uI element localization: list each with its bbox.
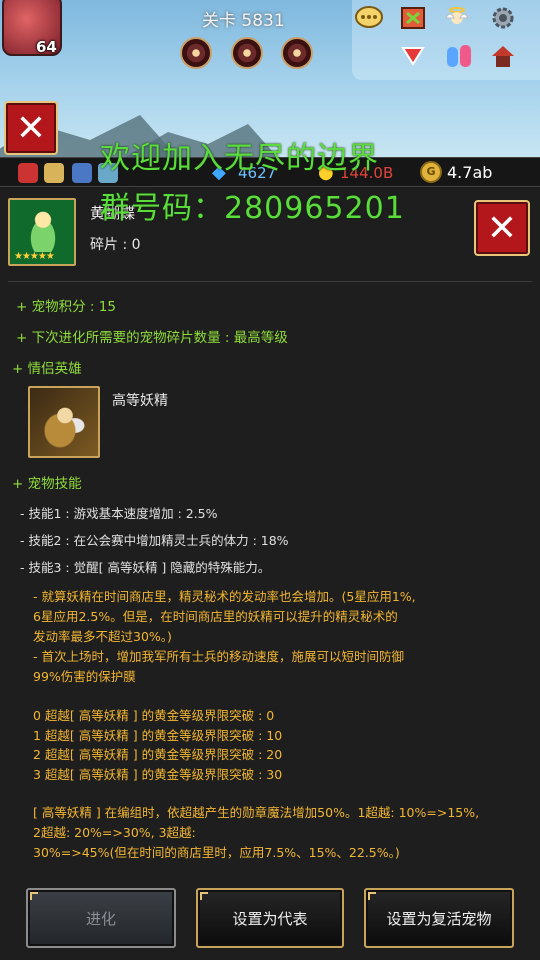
coin-icon: G (420, 161, 442, 183)
elf-icon (40, 398, 90, 448)
set-revive-pet-label: 设置为复活宠物 (386, 909, 492, 928)
close-icon[interactable]: ✕ (4, 101, 58, 155)
next-evolution-requirement: + 下次进化所需要的宠物碎片数量 : 最高等级 (16, 330, 288, 346)
chat-icon[interactable] (352, 2, 386, 34)
partner-hero-name: 高等妖精 (112, 393, 168, 409)
quest-icon[interactable] (396, 2, 430, 34)
corner-ornament (30, 892, 38, 900)
stage-orb-icon[interactable] (231, 37, 263, 69)
hero-mini-icon[interactable] (18, 163, 38, 183)
hero-mini-icon[interactable] (44, 163, 64, 183)
pet-detail-panel: ★★★★★ 黄蝴蝶 碎片 : 0 ✕ + 宠物积分 : 15 + 下次进化所需要… (0, 188, 540, 960)
close-icon[interactable]: ✕ (474, 200, 530, 256)
watermark-line-2: 群号码：280965201 (100, 191, 405, 226)
stage-orb-icon[interactable] (180, 37, 212, 69)
limit-break-line: 2 超越[ 高等妖精 ] 的黄金等级界限突破 : 20 (33, 747, 283, 762)
medal-text-line: 30%=>45%(但在时间的商店里时，应用7.5%、15%、22.5%。) (33, 845, 400, 860)
skill-line: - 技能1 : 游戏基本速度增加 : 2.5% (20, 506, 218, 521)
limit-break-line: 0 超越[ 高等妖精 ] 的黄金等级界限突破 : 0 (33, 708, 275, 723)
hero-mini-icon[interactable] (72, 163, 92, 183)
evolve-button-label: 进化 (85, 909, 116, 928)
skill-description-line: - 就算妖精在时间商店里，精灵秘术的发动率也会增加。(5星应用1%, (33, 589, 416, 604)
star-rating: ★★★★★ (14, 251, 55, 262)
top-right-menu (352, 0, 540, 80)
stage-orb-icon[interactable] (281, 37, 313, 69)
pet-score: + 宠物积分 : 15 (16, 299, 116, 315)
coin-count: 4.7ab (447, 163, 493, 182)
set-revive-pet-button[interactable]: 设置为复活宠物 (364, 888, 514, 948)
partner-hero-heading: + 情侣英雄 (12, 361, 82, 377)
gear-icon[interactable] (486, 2, 520, 34)
pet-skills-heading: + 宠物技能 (12, 476, 82, 492)
house-icon[interactable] (486, 40, 520, 72)
skill-description-line: - 首次上场时，增加我军所有士兵的移动速度，施展可以短时间防御 (33, 649, 404, 664)
partner-hero-portrait[interactable] (28, 386, 100, 458)
evolve-button[interactable]: 进化 (26, 888, 176, 948)
watermark-line-1: 欢迎加入无尽的边界 (100, 141, 379, 176)
skill-line: - 技能3 : 觉醒[ 高等妖精 ] 隐藏的特殊能力。 (20, 560, 271, 575)
pet-shards: 碎片 : 0 (90, 237, 141, 253)
skill-description-line: 99%伤害的保护膜 (33, 669, 136, 684)
pet-portrait: ★★★★★ (8, 198, 76, 266)
skill-line: - 技能2 : 在公会赛中增加精灵士兵的体力 : 18% (20, 533, 289, 548)
angel-icon[interactable] (440, 2, 474, 34)
medal-text-line: [ 高等妖精 ] 在编组时，依超越产生的勋章魔法增加50%。1超越: 10%=>… (33, 805, 480, 820)
fairy-icon (22, 206, 64, 252)
player-level: 64 (36, 38, 57, 56)
corner-ornament (368, 892, 376, 900)
medal-text-line: 2超越: 20%=>30%, 3超越: (33, 825, 196, 840)
divider (8, 281, 532, 282)
limit-break-line: 1 超越[ 高等妖精 ] 的黄金等级界限突破 : 10 (33, 728, 283, 743)
pets-icon[interactable] (442, 40, 476, 72)
stage-label: 关卡 5831 (202, 11, 285, 31)
corner-ornament (200, 892, 208, 900)
skill-description-line: 发动率最多不超过30%。) (33, 629, 172, 644)
limit-break-line: 3 超越[ 高等妖精 ] 的黄金等级界限突破 : 30 (33, 767, 283, 782)
skill-description-line: 6星应用2.5%。但是，在时间商店里的妖精可以提升的精灵秘术的 (33, 609, 398, 624)
triangle-down-icon[interactable] (396, 40, 430, 72)
set-representative-button[interactable]: 设置为代表 (196, 888, 344, 948)
set-representative-label: 设置为代表 (232, 909, 308, 928)
